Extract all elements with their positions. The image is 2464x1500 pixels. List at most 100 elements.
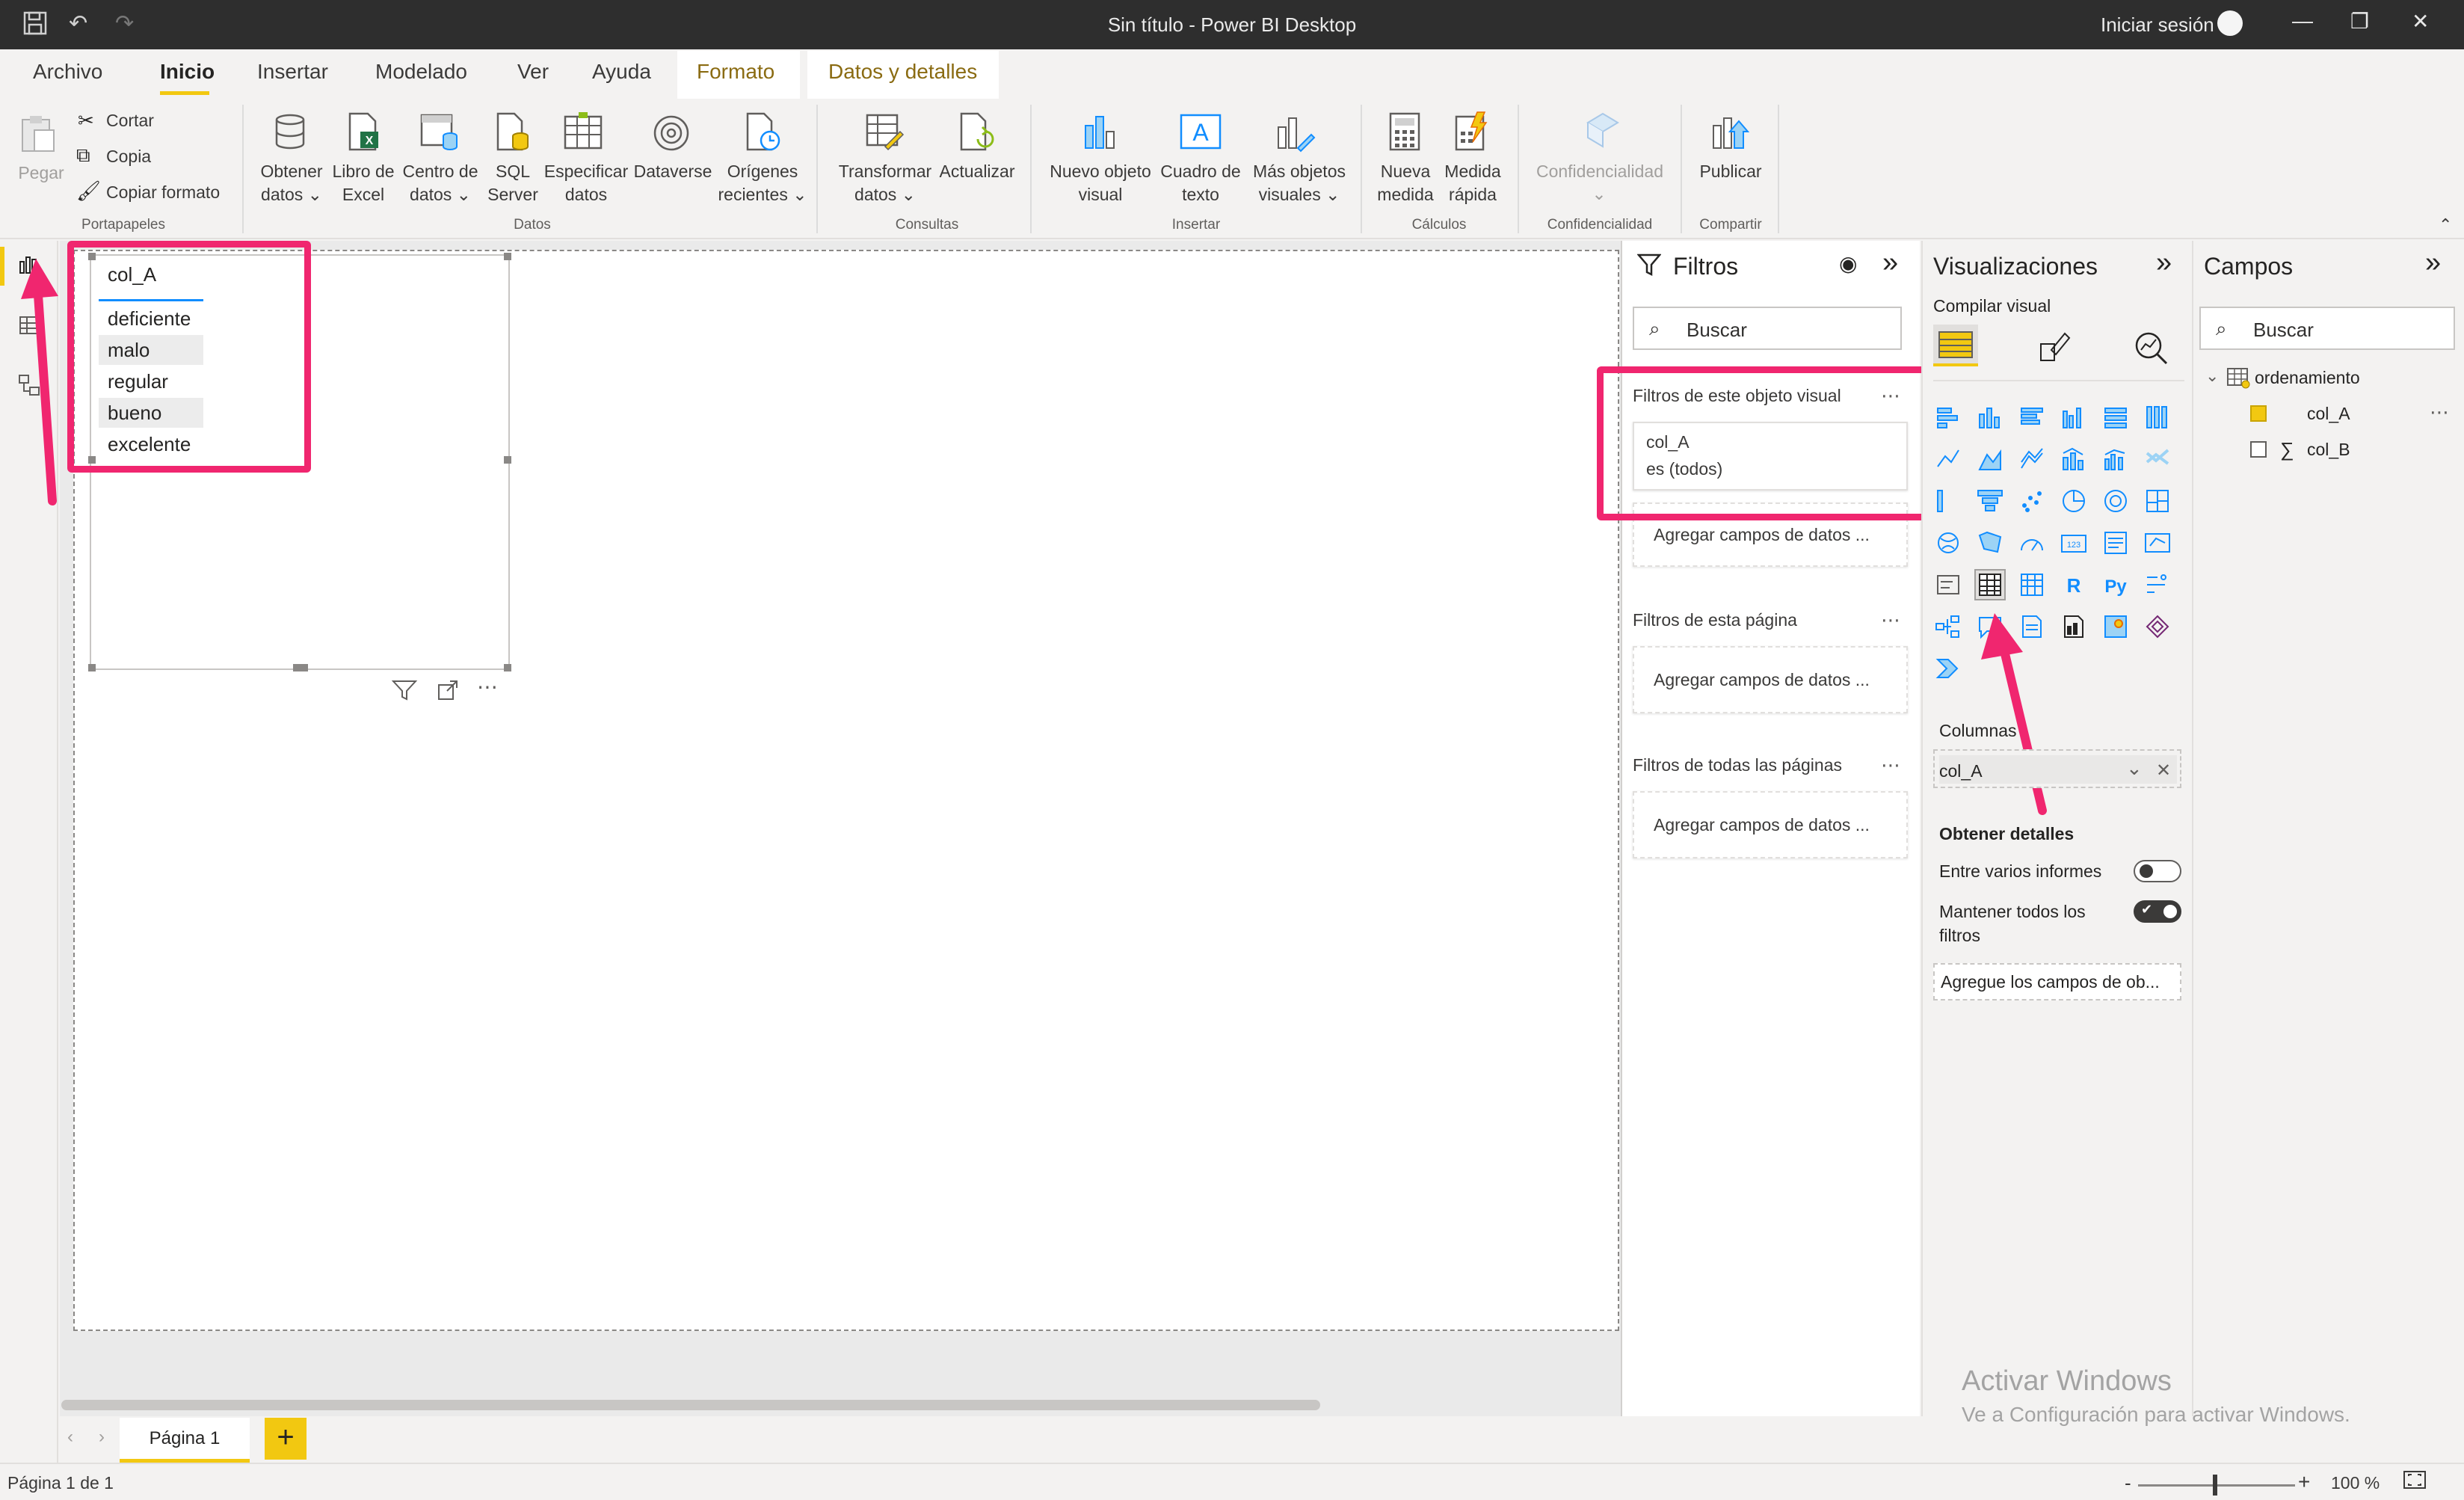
group-label-insertar: Insertar: [1171, 217, 1221, 233]
field-checkbox[interactable]: [2250, 405, 2267, 422]
chevron-down-icon[interactable]: ⌄: [2205, 366, 2219, 386]
fields-search-input[interactable]: ⌕ Buscar: [2199, 307, 2455, 350]
fit-to-page-icon[interactable]: [2403, 1469, 2427, 1495]
table-icon: [1974, 569, 2006, 600]
next-page-icon[interactable]: ›: [99, 1427, 105, 1448]
refresh-icon: [960, 112, 994, 151]
eye-icon[interactable]: ◉: [1839, 251, 1857, 276]
new-visual-button[interactable]: [1079, 111, 1121, 156]
new-measure-button[interactable]: [1385, 111, 1426, 156]
sensitivity-icon: [1586, 112, 1619, 148]
visualizations-title: Visualizaciones: [1933, 253, 2098, 280]
table-icon: [2226, 366, 2252, 393]
get-data-button[interactable]: [271, 111, 312, 156]
restore-icon[interactable]: ❐: [2350, 9, 2369, 34]
tab-datos-detalles[interactable]: Datos y detalles: [828, 60, 977, 84]
keep-filters-toggle[interactable]: ✔: [2134, 900, 2181, 923]
add-fields-label: Agregar campos de datos ...: [1654, 525, 1870, 544]
refresh-button[interactable]: [955, 111, 997, 156]
add-page-button[interactable]: +: [265, 1418, 307, 1460]
focus-mode-icon[interactable]: [437, 679, 459, 707]
field-checkbox[interactable]: [2250, 441, 2267, 458]
recent-sources-button[interactable]: [742, 111, 783, 156]
tab-archivo[interactable]: Archivo: [33, 60, 102, 84]
filters-search-input[interactable]: ⌕ Buscar: [1633, 307, 1902, 350]
datahub-button[interactable]: [419, 111, 461, 156]
collapse-visualizations-icon[interactable]: »: [2156, 247, 2172, 279]
svg-text:Py: Py: [2104, 577, 2127, 597]
sql-server-button[interactable]: [492, 111, 534, 156]
clustered-column-icon: [2063, 408, 2081, 428]
keep-filters-label: Mantener todos los: [1939, 902, 2086, 921]
horizontal-scrollbar[interactable]: [61, 1400, 1320, 1410]
kpi-icon: [2145, 533, 2170, 553]
ribbon-divider: [0, 238, 2464, 239]
more-options-icon[interactable]: ⋯: [477, 674, 498, 699]
tab-inicio[interactable]: Inicio: [160, 60, 215, 84]
area-chart-icon: [1978, 449, 2001, 470]
ribbon-separator: [1681, 105, 1682, 233]
transform-data-button[interactable]: [864, 111, 906, 156]
new-measure-label: Nueva medida: [1377, 162, 1434, 204]
page-tab-1[interactable]: Página 1: [120, 1418, 250, 1463]
minimize-icon[interactable]: —: [2292, 9, 2313, 33]
more-options-icon[interactable]: ⋯: [1881, 754, 1902, 777]
tab-insertar[interactable]: Insertar: [257, 60, 328, 84]
copy-button[interactable]: Copia: [106, 147, 151, 167]
cross-report-toggle[interactable]: [2134, 860, 2181, 882]
window-title: Sin título - Power BI Desktop: [1107, 13, 1357, 36]
get-data-label: Obtener datos ⌄: [260, 162, 323, 204]
more-options-icon[interactable]: ⋯: [1881, 609, 1902, 632]
zoom-in-icon[interactable]: +: [2298, 1470, 2310, 1494]
textbox-button[interactable]: A: [1180, 111, 1222, 156]
close-icon[interactable]: ✕: [2412, 9, 2429, 34]
zoom-out-icon[interactable]: -: [2125, 1472, 2131, 1495]
dataverse-button[interactable]: [650, 112, 692, 158]
line-chart-icon: [1937, 449, 1959, 467]
field-col-a[interactable]: col_A: [2307, 404, 2350, 424]
svg-text:R: R: [2067, 574, 2081, 597]
collapse-filters-icon[interactable]: »: [1882, 247, 1898, 279]
enter-data-button[interactable]: [562, 111, 604, 156]
zoom-slider-thumb[interactable]: [2213, 1475, 2217, 1496]
ribbon-separator: [816, 105, 818, 233]
more-visuals-button[interactable]: [1275, 111, 1317, 156]
tab-ayuda[interactable]: Ayuda: [592, 60, 651, 84]
signin-link[interactable]: Iniciar sesión: [2101, 13, 2214, 37]
analytics-icon[interactable]: [2132, 329, 2169, 370]
more-options-icon[interactable]: ⋯: [2430, 401, 2451, 424]
quick-measure-button[interactable]: [1450, 111, 1492, 156]
prev-page-icon[interactable]: ‹: [67, 1427, 73, 1448]
check-icon: ✔: [2141, 902, 2153, 917]
collapse-ribbon-icon[interactable]: ⌃: [2439, 215, 2452, 235]
build-visual-tab[interactable]: [1933, 325, 1978, 366]
excel-button[interactable]: X: [342, 111, 384, 156]
more-visuals-icon: [1278, 117, 1316, 153]
chevron-down-icon[interactable]: ⌄: [2126, 757, 2143, 780]
sensitivity-chevron-icon: ⌄: [1592, 184, 1607, 203]
publish-button[interactable]: [1709, 111, 1751, 156]
build-visual-label: Compilar visual: [1933, 296, 2051, 316]
stacked-area-icon: [2021, 448, 2043, 469]
tab-formato[interactable]: Formato: [697, 60, 774, 84]
avatar[interactable]: [2217, 10, 2243, 36]
tab-ver[interactable]: Ver: [517, 60, 549, 84]
cut-button[interactable]: Cortar: [106, 111, 154, 131]
format-visual-icon[interactable]: [2035, 329, 2072, 370]
database-icon: [275, 114, 305, 150]
dataverse-label: Dataverse: [633, 162, 712, 181]
field-col-b[interactable]: col_B: [2307, 440, 2350, 460]
sensitivity-button[interactable]: [1580, 111, 1622, 156]
tab-modelado[interactable]: Modelado: [375, 60, 467, 84]
ribbon-chart-icon: [2146, 449, 2169, 465]
remove-field-icon[interactable]: ✕: [2156, 760, 2171, 781]
collapse-fields-icon[interactable]: »: [2425, 247, 2441, 279]
textbox-label: Cuadro de texto: [1160, 162, 1241, 204]
filter-icon[interactable]: [391, 679, 418, 707]
ribbon-separator: [1778, 105, 1779, 233]
fields-table-name[interactable]: ordenamiento: [2255, 368, 2360, 388]
activation-watermark-sub: Ve a Configuración para activar Windows.: [1962, 1403, 2350, 1426]
copy-format-button[interactable]: Copiar formato: [106, 182, 220, 203]
paste-button[interactable]: [16, 112, 58, 158]
viz-divider: [1933, 380, 2184, 381]
